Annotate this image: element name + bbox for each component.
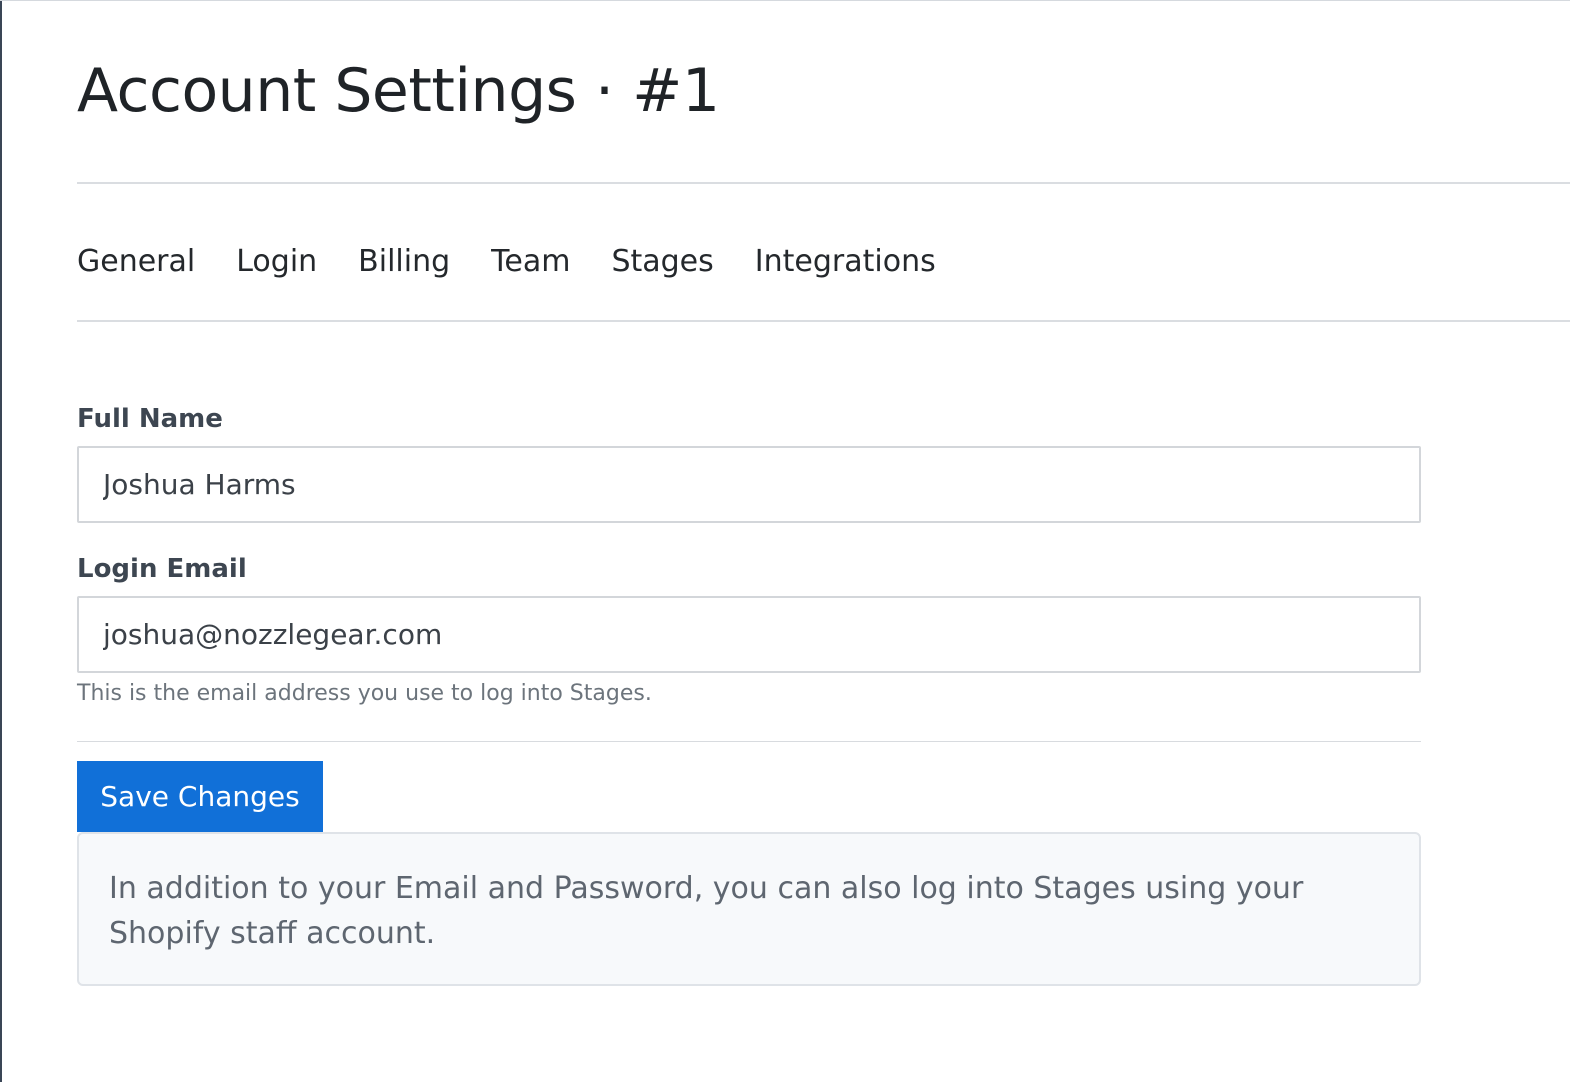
tab-general[interactable]: General xyxy=(77,244,195,279)
tab-stages[interactable]: Stages xyxy=(611,244,713,279)
title-divider xyxy=(77,182,1570,184)
tab-billing[interactable]: Billing xyxy=(358,244,450,279)
tab-team[interactable]: Team xyxy=(491,244,570,279)
full-name-label: Full Name xyxy=(77,404,223,434)
settings-tabs: General Login Billing Team Stages Integr… xyxy=(77,244,936,279)
tab-integrations[interactable]: Integrations xyxy=(755,244,936,279)
login-email-help-text: This is the email address you use to log… xyxy=(77,681,652,706)
login-email-label: Login Email xyxy=(77,554,247,584)
tabs-divider xyxy=(77,320,1570,322)
form-divider xyxy=(77,741,1421,742)
window-left-border xyxy=(0,0,2,1082)
full-name-input[interactable] xyxy=(77,446,1421,523)
shopify-login-info-box: In addition to your Email and Password, … xyxy=(77,832,1421,986)
save-changes-button[interactable]: Save Changes xyxy=(77,761,323,832)
login-email-input[interactable] xyxy=(77,596,1421,673)
page-title: Account Settings · #1 xyxy=(77,56,720,126)
tab-login[interactable]: Login xyxy=(236,244,317,279)
window-top-border xyxy=(0,0,1570,1)
shopify-login-info-text: In addition to your Email and Password, … xyxy=(109,871,1304,951)
